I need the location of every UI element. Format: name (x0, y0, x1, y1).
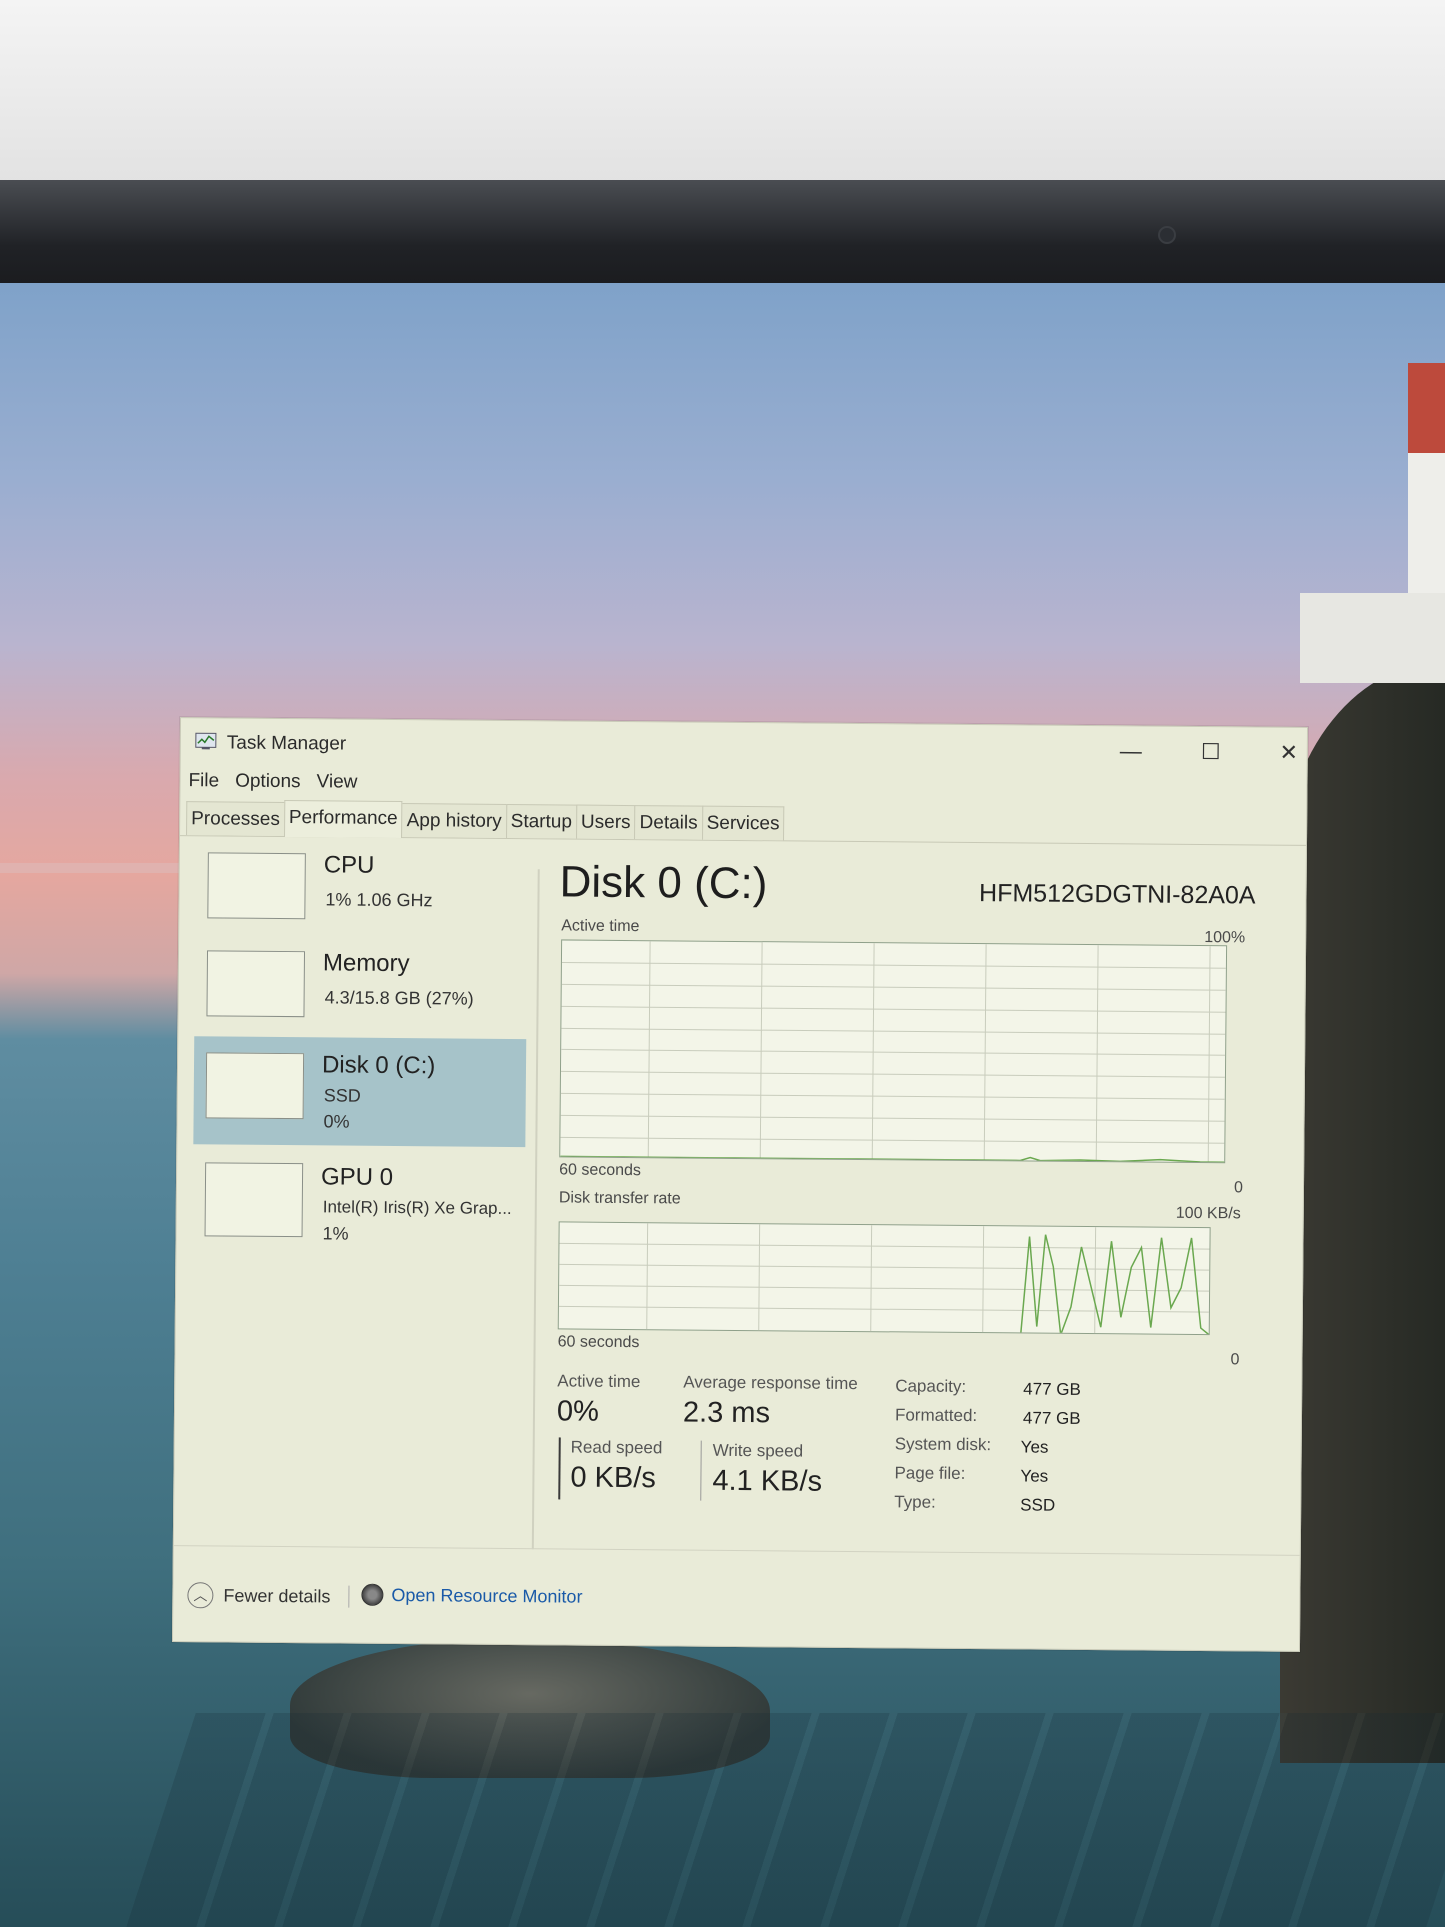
resource-detail: 1% 1.06 GHz (325, 889, 433, 911)
title-bar[interactable]: Task Manager — ☐ ✕ (181, 718, 1307, 774)
keyboard-reflection (124, 1713, 1445, 1927)
tab-users[interactable]: Users (575, 804, 636, 840)
tab-details[interactable]: Details (634, 805, 703, 840)
tab-startup[interactable]: Startup (505, 803, 578, 839)
fewer-details-label: Fewer details (223, 1585, 331, 1606)
sidebar-divider (531, 869, 540, 1550)
fewer-details-button[interactable]: ︿ Fewer details (187, 1582, 331, 1609)
read-speed-bar (558, 1437, 561, 1500)
minimize-button[interactable]: — (1101, 736, 1161, 767)
prop-system-disk-value: Yes (1020, 1437, 1049, 1457)
resource-detail: 4.3/15.8 GB (27%) (324, 987, 474, 1009)
active-time-graph-duration: 60 seconds (559, 1161, 642, 1180)
active-time-graph-svg (560, 941, 1228, 1164)
prop-formatted-key: Formatted: (894, 1405, 978, 1426)
tab-services[interactable]: Services (701, 805, 785, 841)
resource-memory[interactable]: Memory 4.3/15.8 GB (27%) (194, 934, 527, 1039)
open-resource-monitor-label: Open Resource Monitor (391, 1584, 583, 1607)
transfer-graph-svg (558, 1223, 1211, 1336)
disk-model: HFM512GDGTNI-82A0A (978, 879, 1256, 910)
gpu-thumbnail (204, 1162, 304, 1238)
resource-detail: SSD (323, 1085, 361, 1106)
avg-response-label: Average response time (683, 1372, 858, 1394)
task-manager-window[interactable]: Task Manager — ☐ ✕ File Options View Pro… (171, 717, 1309, 1652)
transfer-graph (557, 1221, 1211, 1336)
tab-processes[interactable]: Processes (186, 801, 286, 837)
performance-body: CPU 1% 1.06 GHz Memory 4.3/15.8 GB (27%)… (174, 836, 1306, 1550)
write-speed-label: Write speed (712, 1440, 804, 1461)
read-speed-value: 0 KB/s (570, 1461, 657, 1495)
open-resource-monitor-link[interactable]: Open Resource Monitor (361, 1583, 583, 1608)
disk-title: Disk 0 (C:) (559, 857, 768, 909)
resource-disk0[interactable]: Disk 0 (C:) SSD 0% (193, 1036, 527, 1148)
active-time-graph (559, 939, 1228, 1164)
resource-name: Disk 0 (C:) (321, 1051, 436, 1080)
resource-monitor-icon (361, 1583, 384, 1606)
active-time-graph-label: Active time (561, 917, 640, 936)
menu-view[interactable]: View (317, 771, 358, 793)
resource-name: GPU 0 (320, 1163, 394, 1191)
footer-bar: ︿ Fewer details Open Resource Monitor (172, 1545, 1300, 1651)
wall-background (0, 0, 1445, 185)
resource-cpu[interactable]: CPU 1% 1.06 GHz (195, 836, 528, 941)
read-speed-label: Read speed (570, 1437, 663, 1458)
active-time-label: Active time (557, 1371, 641, 1392)
disk-detail-panel: Disk 0 (C:) HFM512GDGTNI-82A0A Active ti… (554, 839, 1280, 1545)
prop-type-value: SSD (1020, 1495, 1056, 1515)
prop-capacity-key: Capacity: (895, 1376, 967, 1396)
resource-name: Memory (322, 949, 410, 978)
active-time-graph-min: 0 (1234, 1179, 1244, 1197)
maximize-button[interactable]: ☐ (1181, 737, 1241, 768)
wallpaper-house (1300, 593, 1445, 683)
task-manager-icon (195, 732, 217, 750)
laptop-bezel (0, 180, 1445, 290)
transfer-graph-min: 0 (1230, 1351, 1240, 1369)
window-title: Task Manager (226, 732, 347, 755)
menu-file[interactable]: File (188, 770, 219, 792)
prop-page-file-value: Yes (1020, 1466, 1049, 1486)
prop-system-disk-key: System disk: (894, 1434, 992, 1455)
prop-formatted-value: 477 GB (1022, 1408, 1081, 1428)
webcam (1158, 226, 1176, 244)
disk-thumbnail (205, 1052, 305, 1120)
write-speed-value: 4.1 KB/s (712, 1464, 823, 1498)
tab-performance[interactable]: Performance (283, 800, 403, 839)
menu-options[interactable]: Options (235, 771, 301, 794)
prop-page-file-key: Page file: (894, 1463, 966, 1483)
resource-usage: 0% (323, 1111, 350, 1132)
resource-name: CPU (323, 851, 375, 879)
cpu-thumbnail (207, 852, 306, 920)
close-button[interactable]: ✕ (1259, 738, 1319, 769)
avg-response-value: 2.3 ms (682, 1396, 771, 1430)
prop-capacity-value: 477 GB (1023, 1379, 1081, 1399)
footer-separator (348, 1585, 350, 1608)
transfer-graph-label: Disk transfer rate (558, 1189, 681, 1208)
active-time-value: 0% (556, 1395, 600, 1428)
prop-type-key: Type: (894, 1492, 936, 1512)
chevron-up-icon: ︿ (187, 1582, 214, 1609)
resource-detail: Intel(R) Iris(R) Xe Grap... (322, 1197, 512, 1219)
transfer-graph-duration: 60 seconds (557, 1333, 640, 1352)
resource-gpu0[interactable]: GPU 0 Intel(R) Iris(R) Xe Grap... 1% (192, 1148, 525, 1253)
tab-app-history[interactable]: App history (401, 803, 507, 838)
resource-usage: 1% (322, 1223, 349, 1244)
transfer-graph-max: 100 KB/s (1175, 1204, 1241, 1223)
write-speed-bar (700, 1440, 702, 1501)
resource-list: CPU 1% 1.06 GHz Memory 4.3/15.8 GB (27%)… (182, 836, 528, 1529)
memory-thumbnail (206, 950, 306, 1018)
